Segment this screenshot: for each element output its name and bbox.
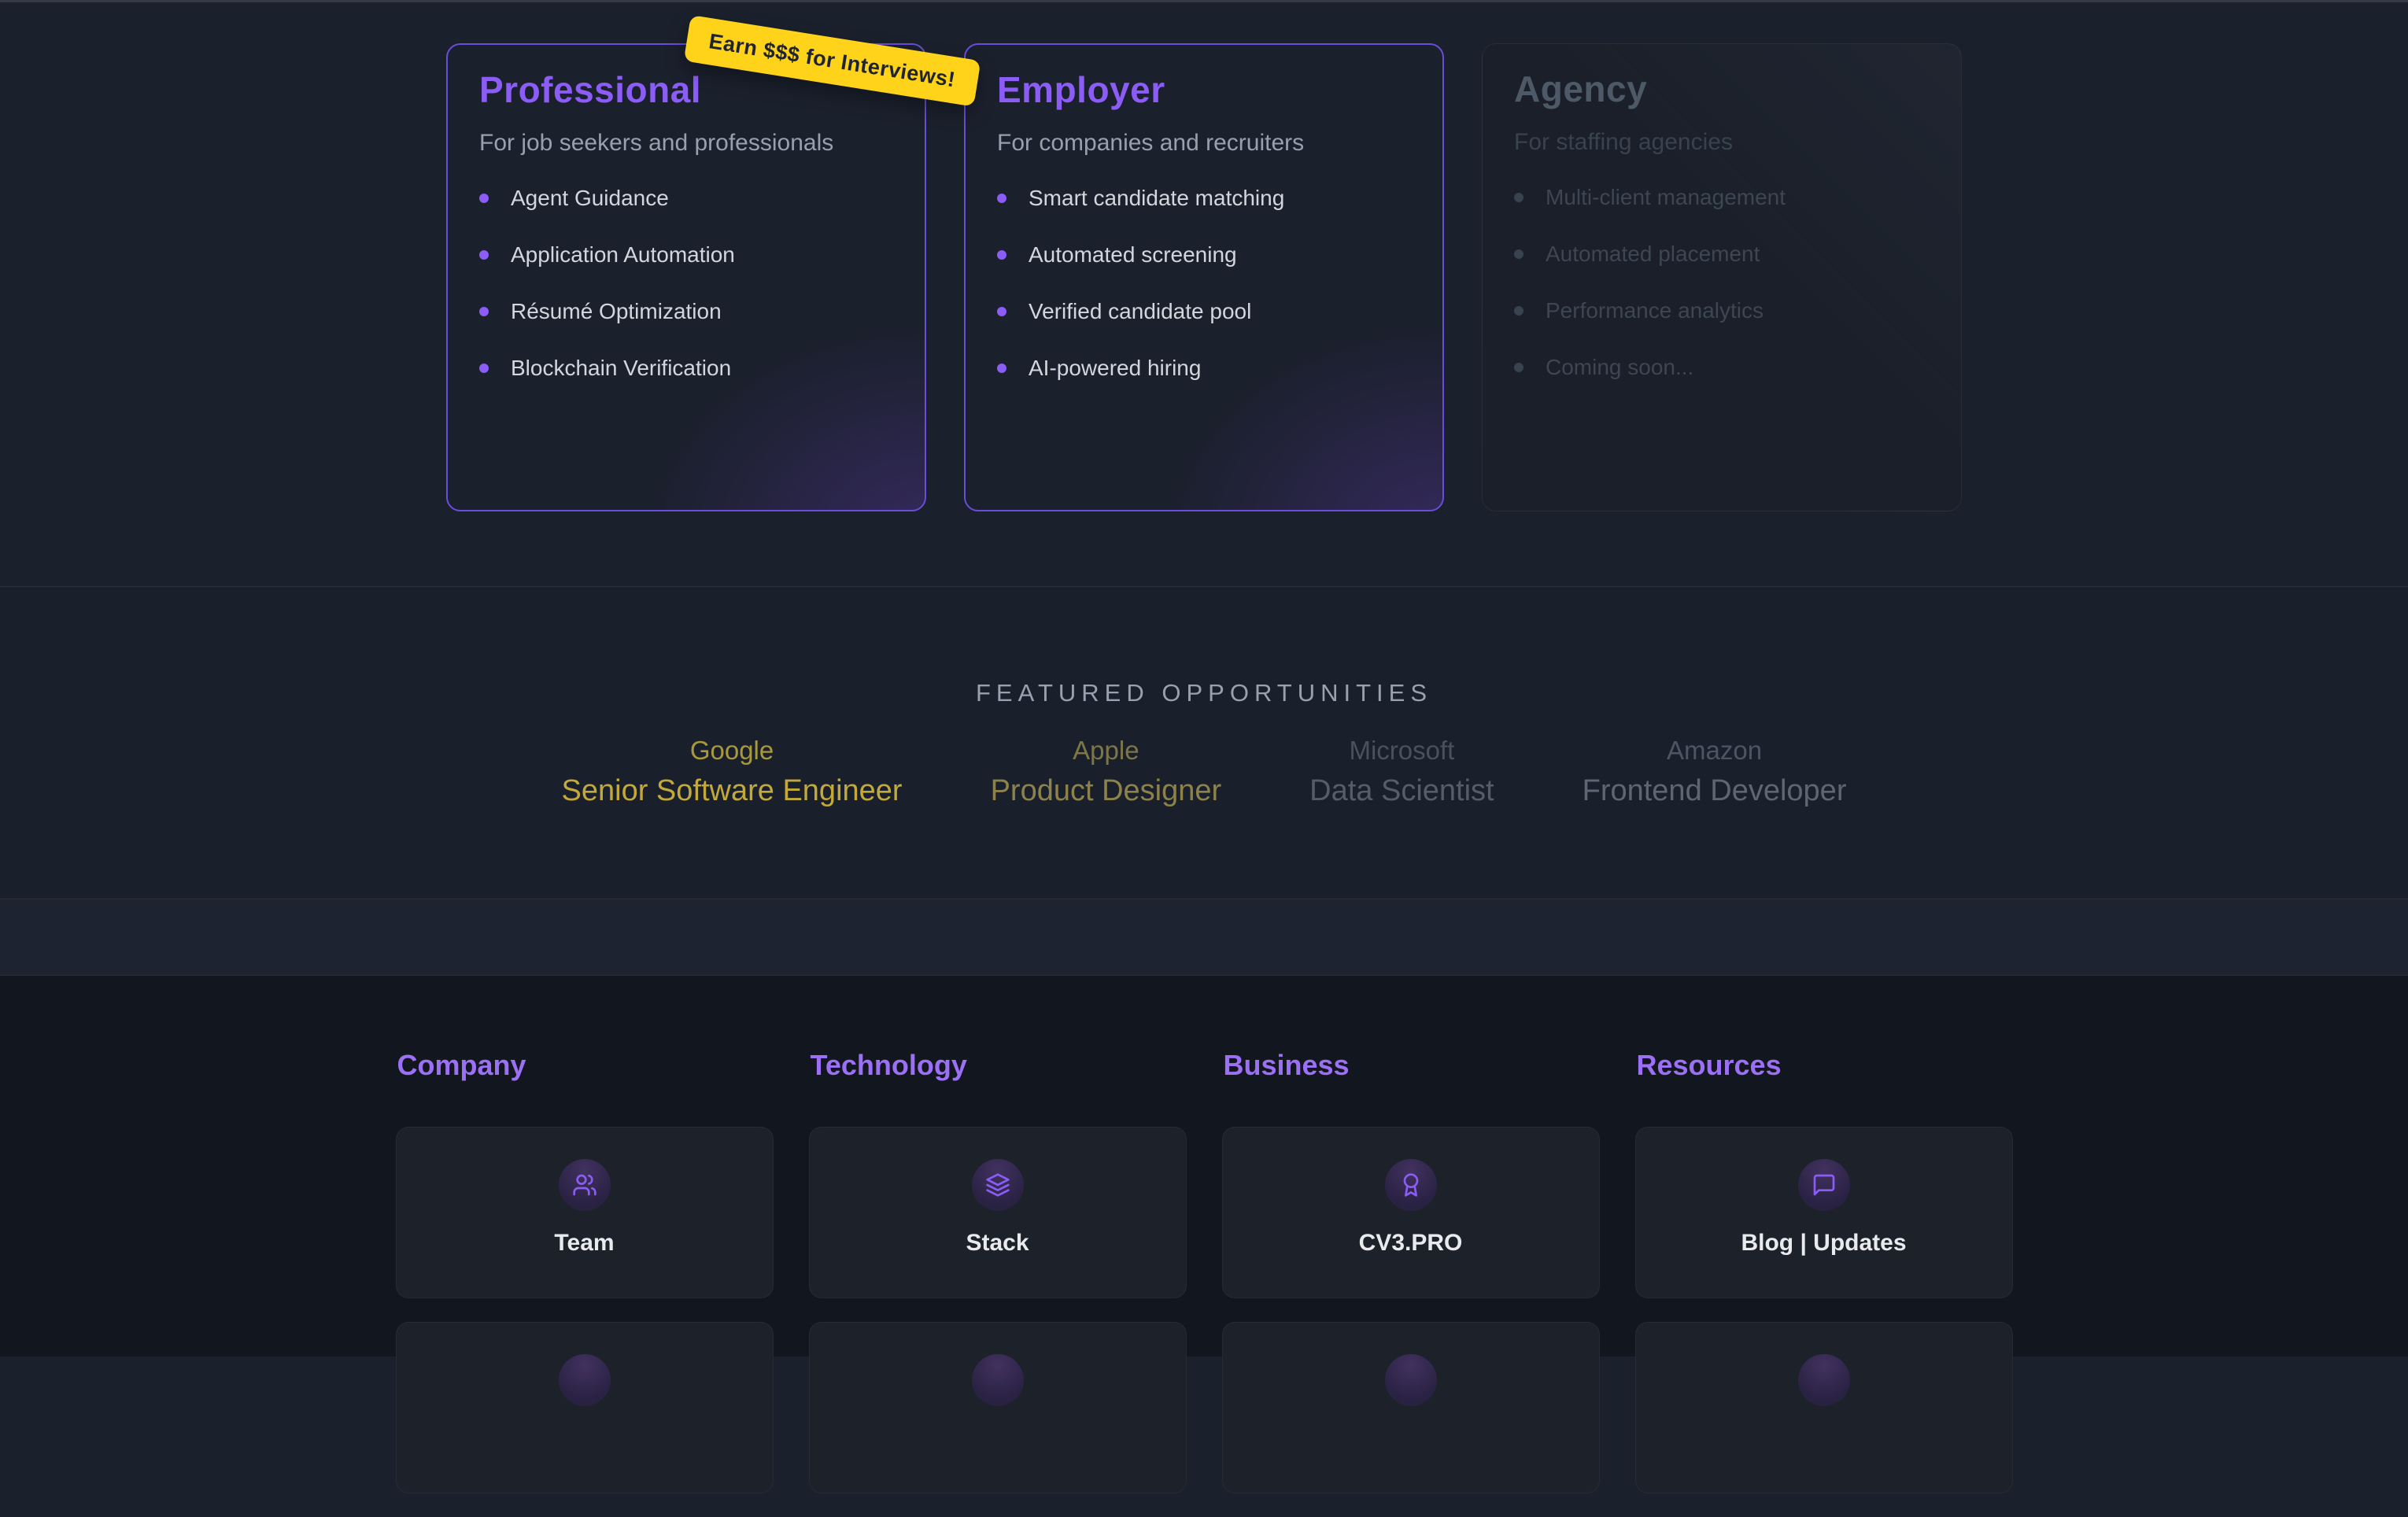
plan-feature-list: Agent Guidance Application Automation Ré… (479, 186, 893, 381)
plan-feature: Multi-client management (1514, 185, 1930, 210)
footer-column-business: Business CV3.PRO (1222, 1048, 1600, 1517)
plan-title: Employer (997, 68, 1411, 112)
featured-job-apple[interactable]: Apple Product Designer (991, 735, 1222, 809)
job-role: Senior Software Engineer (562, 773, 903, 809)
hidden-icon (972, 1354, 1024, 1406)
plan-feature: Coming soon... (1514, 355, 1930, 380)
featured-job-amazon[interactable]: Amazon Frontend Developer (1583, 735, 1847, 809)
footer-card-partial[interactable] (1222, 1322, 1600, 1493)
footer: Company Team Technology Stack (0, 976, 2408, 1356)
plan-feature: Blockchain Verification (479, 356, 893, 381)
job-role: Frontend Developer (1583, 773, 1847, 809)
footer-card-label: Team (397, 1230, 773, 1257)
plan-feature: Performance analytics (1514, 298, 1930, 323)
job-role: Data Scientist (1309, 773, 1494, 809)
footer-column-company: Company Team (396, 1048, 774, 1517)
plan-feature: Verified candidate pool (997, 299, 1411, 324)
pricing-section: Earn $$$ for Interviews! Professional Fo… (0, 2, 2408, 587)
plan-title: Agency (1514, 68, 1930, 111)
footer-card-team[interactable]: Team (396, 1127, 774, 1298)
users-icon (559, 1159, 611, 1211)
footer-card-partial[interactable] (1635, 1322, 2013, 1493)
footer-column-heading: Resources (1637, 1048, 2013, 1083)
plan-feature: Application Automation (479, 242, 893, 268)
featured-heading: FEATURED OPPORTUNITIES (0, 678, 2408, 708)
footer-column-heading: Technology (811, 1048, 1187, 1083)
plan-card-professional[interactable]: Professional For job seekers and profess… (446, 43, 926, 511)
plan-feature-list: Multi-client management Automated placem… (1514, 185, 1930, 380)
footer-card-blog[interactable]: Blog | Updates (1635, 1127, 2013, 1298)
footer-card-label: CV3.PRO (1223, 1230, 1599, 1257)
footer-card-partial[interactable] (396, 1322, 774, 1493)
award-icon (1385, 1159, 1437, 1211)
job-role: Product Designer (991, 773, 1222, 809)
hidden-icon (559, 1354, 611, 1406)
message-square-icon (1798, 1159, 1850, 1211)
plan-feature: Agent Guidance (479, 186, 893, 211)
plan-card-agency: Agency For staffing agencies Multi-clien… (1482, 43, 1962, 511)
featured-jobs-carousel: Google Senior Software Engineer Apple Pr… (0, 735, 2408, 809)
footer-grid: Company Team Technology Stack (396, 1048, 2013, 1517)
plan-subtitle: For staffing agencies (1514, 128, 1930, 157)
job-company: Amazon (1583, 735, 1847, 766)
plan-subtitle: For companies and recruiters (997, 129, 1411, 157)
plan-subtitle: For job seekers and professionals (479, 129, 893, 157)
plan-feature: Résumé Optimization (479, 299, 893, 324)
footer-card-label: Blog | Updates (1636, 1230, 2012, 1257)
footer-column-technology: Technology Stack (809, 1048, 1187, 1517)
footer-card-cv3pro[interactable]: CV3.PRO (1222, 1127, 1600, 1298)
hidden-icon (1798, 1354, 1850, 1406)
section-spacer (0, 899, 2408, 976)
footer-column-heading: Company (397, 1048, 774, 1083)
layers-icon (972, 1159, 1024, 1211)
job-company: Microsoft (1309, 735, 1494, 766)
plan-feature: Automated placement (1514, 242, 1930, 267)
footer-card-label: Stack (810, 1230, 1186, 1257)
plan-feature: Smart candidate matching (997, 186, 1411, 211)
footer-card-stack[interactable]: Stack (809, 1127, 1187, 1298)
featured-job-microsoft[interactable]: Microsoft Data Scientist (1309, 735, 1494, 809)
plan-feature: Automated screening (997, 242, 1411, 268)
plan-feature-list: Smart candidate matching Automated scree… (997, 186, 1411, 381)
plan-cards-row: Professional For job seekers and profess… (0, 2, 2408, 511)
footer-card-partial[interactable] (809, 1322, 1187, 1493)
plan-feature: AI-powered hiring (997, 356, 1411, 381)
footer-column-heading: Business (1224, 1048, 1600, 1083)
job-company: Apple (991, 735, 1222, 766)
hidden-icon (1385, 1354, 1437, 1406)
featured-opportunities-section: FEATURED OPPORTUNITIES Google Senior Sof… (0, 587, 2408, 899)
featured-job-google[interactable]: Google Senior Software Engineer (562, 735, 903, 809)
job-company: Google (562, 735, 903, 766)
plan-card-employer[interactable]: Employer For companies and recruiters Sm… (964, 43, 1444, 511)
footer-column-resources: Resources Blog | Updates (1635, 1048, 2013, 1517)
